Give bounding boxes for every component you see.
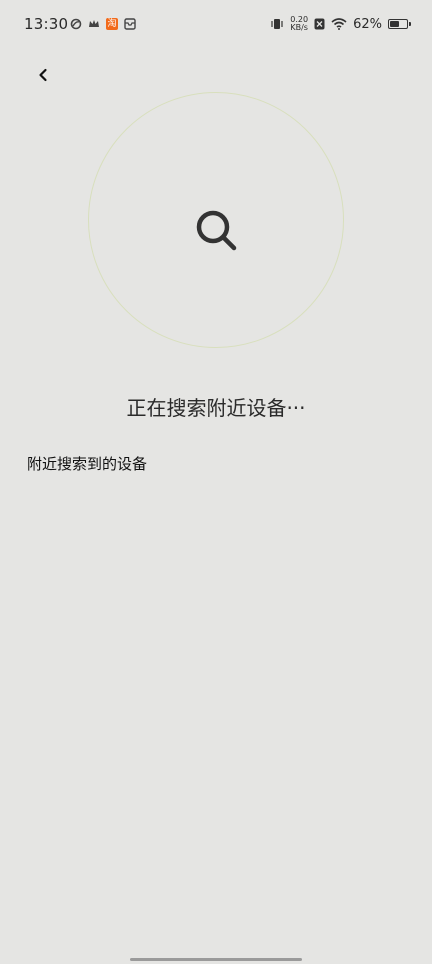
nearby-devices-title: 附近搜索到的设备 (27, 455, 148, 473)
wifi-icon (331, 18, 347, 30)
search-icon (196, 210, 237, 251)
vibrate-icon (271, 19, 283, 29)
taobao-icon: 淘 (106, 18, 118, 30)
sim-off-icon (314, 18, 325, 30)
battery-icon (388, 19, 411, 29)
chevron-left-icon (39, 68, 47, 82)
status-time: 13:30 (24, 15, 69, 33)
home-indicator[interactable] (130, 958, 302, 961)
network-speed: 0.20 KB/s (290, 16, 308, 32)
status-notification-icons: 淘 (70, 18, 136, 30)
searching-status-text: 正在搜索附近设备··· (126, 396, 306, 420)
app-swirl-icon (70, 18, 82, 30)
network-speed-unit: KB/s (290, 23, 308, 32)
battery-percent: 62% (353, 16, 382, 32)
inbox-icon (124, 18, 136, 30)
crown-icon (89, 20, 99, 27)
back-button[interactable] (30, 62, 56, 88)
status-bar: 13:30 淘 0.20 KB/s 62% (0, 0, 432, 52)
status-system-icons: 0.20 KB/s 62% (270, 16, 411, 32)
battery-fill (390, 21, 399, 27)
